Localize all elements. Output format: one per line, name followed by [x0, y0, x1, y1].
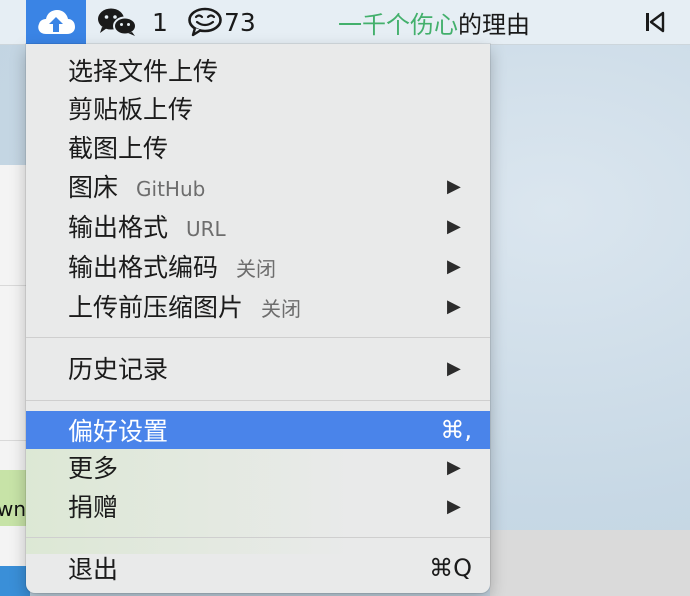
background-tab-label: wn — [0, 497, 27, 521]
app-dropdown-menu: 选择文件上传 剪贴板上传 截图上传 图床 GitHub ▶ 输出格式 URL ▶ 输… — [26, 44, 490, 593]
menu-item-label: 偏好设置 — [68, 417, 169, 446]
menu-item-output-encoding[interactable]: 输出格式编码 关闭 ▶ — [26, 247, 490, 285]
submenu-arrow-icon: ▶ — [447, 357, 461, 379]
menu-item-title: 图床 — [68, 173, 119, 202]
submenu-arrow-icon: ▶ — [447, 175, 461, 197]
menu-item-image-host[interactable]: 图床 GitHub ▶ — [26, 167, 490, 205]
menu-item-label: 输出格式 URL — [68, 208, 226, 244]
menu-item-label: 截图上传 — [68, 134, 169, 163]
menu-item-label: 选择文件上传 — [68, 57, 219, 86]
menu-item-label: 图床 GitHub — [68, 168, 205, 204]
menu-item-title: 输出格式编码 — [68, 253, 219, 282]
menu-item-donate[interactable]: 捐赠 ▶ — [26, 487, 490, 525]
now-playing-title[interactable]: 一千个伤心 的理由 — [338, 0, 530, 44]
wechat-icon — [98, 8, 137, 36]
menu-item-value: 关闭 — [236, 257, 277, 281]
menu-item-select-file-upload[interactable]: 选择文件上传 — [26, 51, 490, 89]
menu-item-label: 退出 — [68, 555, 119, 584]
menu-separator — [26, 537, 490, 538]
menu-item-value: URL — [186, 217, 226, 241]
menu-item-preferences[interactable]: 偏好设置 ⌘, — [26, 411, 490, 449]
menu-item-shortcut: ⌘, — [440, 416, 472, 444]
chat-bubble-icon — [188, 7, 222, 37]
menu-separator — [26, 400, 490, 401]
chat-status-item[interactable] — [187, 0, 223, 44]
menu-separator — [26, 337, 490, 338]
menu-item-quit[interactable]: 退出 ⌘Q — [26, 549, 490, 587]
menu-item-clipboard-upload[interactable]: 剪贴板上传 — [26, 89, 490, 127]
menu-item-title: 上传前压缩图片 — [68, 293, 244, 322]
submenu-arrow-icon: ▶ — [447, 295, 461, 317]
cloud-upload-icon — [38, 10, 75, 34]
menu-item-title: 输出格式 — [68, 213, 169, 242]
menu-item-label: 剪贴板上传 — [68, 95, 194, 124]
menu-item-label: 捐赠 — [68, 493, 119, 522]
menu-item-more[interactable]: 更多 ▶ — [26, 448, 490, 486]
app-status-item[interactable] — [26, 0, 86, 44]
menu-item-compress-before-upload[interactable]: 上传前压缩图片 关闭 ▶ — [26, 287, 490, 325]
now-playing-title-highlight: 一千个伤心 — [338, 10, 458, 39]
menu-item-value: GitHub — [136, 177, 206, 201]
submenu-arrow-icon: ▶ — [447, 255, 461, 277]
submenu-arrow-icon: ▶ — [447, 456, 461, 478]
skip-back-button[interactable] — [640, 0, 670, 44]
menu-item-value: 关闭 — [261, 297, 302, 321]
chat-unread-count: 73 — [224, 7, 256, 37]
menu-item-shortcut: ⌘Q — [429, 554, 472, 582]
submenu-arrow-icon: ▶ — [447, 215, 461, 237]
menu-item-label: 历史记录 — [68, 355, 169, 384]
wechat-unread-count: 1 — [152, 7, 168, 37]
skip-back-icon — [646, 11, 665, 33]
menu-item-screenshot-upload[interactable]: 截图上传 — [26, 128, 490, 166]
background-dock-area — [490, 530, 690, 596]
menu-item-history[interactable]: 历史记录 ▶ — [26, 349, 490, 387]
menu-item-output-format[interactable]: 输出格式 URL ▶ — [26, 207, 490, 245]
menu-item-label: 输出格式编码 关闭 — [68, 248, 276, 284]
submenu-arrow-icon: ▶ — [447, 495, 461, 517]
now-playing-title-rest: 的理由 — [458, 10, 530, 39]
menu-item-label: 更多 — [68, 454, 119, 483]
menu-item-label: 上传前压缩图片 关闭 — [68, 288, 301, 324]
menu-bar: 1 73 一千个伤心 的理由 — [0, 0, 690, 45]
wechat-status-item[interactable] — [96, 0, 140, 44]
